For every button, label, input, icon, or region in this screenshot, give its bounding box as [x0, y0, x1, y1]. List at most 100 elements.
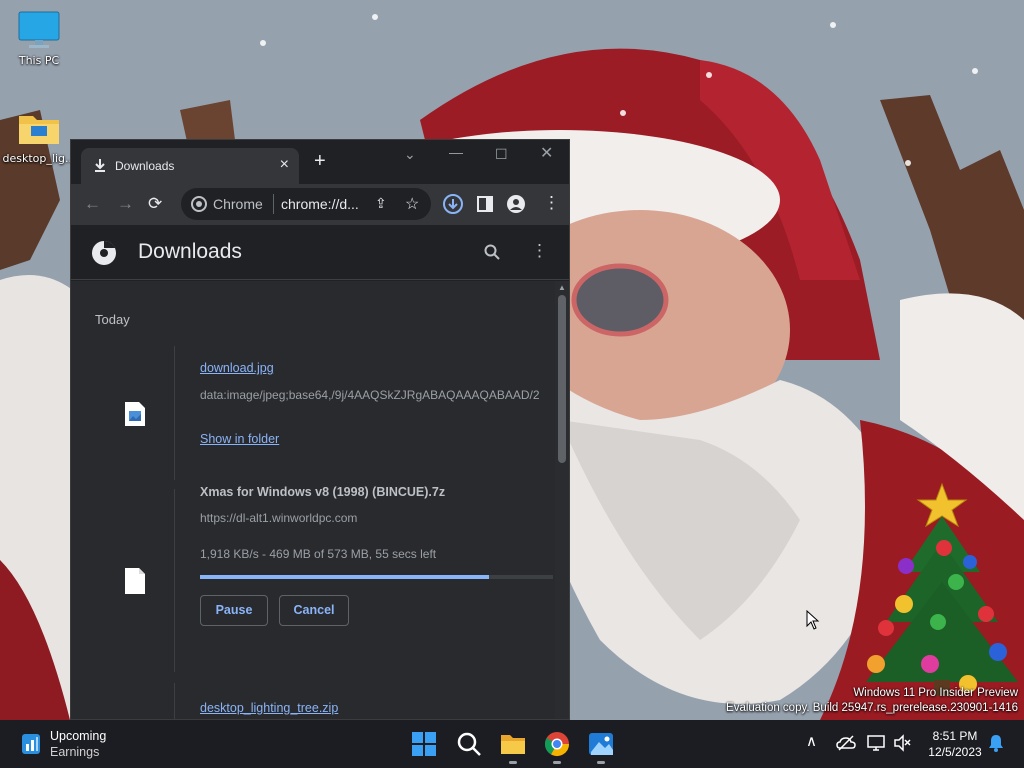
show-hidden-icons-chevron-icon[interactable]: ∧: [806, 732, 817, 750]
onedrive-offline-icon[interactable]: [836, 734, 856, 752]
downloads-toolbar-icon[interactable]: [443, 194, 463, 214]
download-item-body: download.jpg data:image/jpeg;base64,/9j/…: [200, 346, 553, 480]
start-button[interactable]: [410, 730, 438, 758]
search-icon: [457, 732, 481, 756]
snowflake: [972, 68, 978, 74]
notification-bell-icon[interactable]: [988, 734, 1004, 752]
desktop-icon-folder[interactable]: desktop_lig...: [1, 110, 77, 165]
browser-menu-icon[interactable]: ⋮: [543, 193, 560, 213]
watermark-line-2: Evaluation copy. Build 25947.rs_prerelea…: [726, 702, 1018, 714]
snowflake: [260, 40, 266, 46]
search-button[interactable]: [455, 730, 483, 758]
running-indicator: [509, 761, 517, 764]
widget-title: Upcoming: [50, 729, 107, 743]
show-in-folder-link[interactable]: Show in folder: [200, 432, 279, 446]
snowflake: [706, 72, 712, 78]
system-clock[interactable]: 8:51 PM 12/5/2023: [920, 728, 990, 760]
desktop-icon-label: This PC: [18, 54, 60, 67]
download-filename: Xmas for Windows v8 (1998) (BINCUE).7z: [200, 485, 446, 499]
file-explorer-button[interactable]: [499, 730, 527, 764]
tab-close-icon[interactable]: ×: [280, 156, 289, 174]
desktop-icon-label: desktop_lig...: [2, 152, 76, 165]
share-icon[interactable]: ⇪: [375, 195, 387, 212]
tab-search-chevron-icon[interactable]: ⌄: [404, 146, 416, 163]
clock-time: 8:51 PM: [932, 729, 978, 743]
download-icon-column: [95, 346, 175, 480]
reload-button[interactable]: ⟳: [148, 194, 162, 214]
volume-muted-icon[interactable]: [893, 734, 911, 752]
side-panel-icon[interactable]: [477, 196, 493, 212]
desktop-icon-this-pc[interactable]: This PC: [1, 10, 77, 67]
download-item: Xmas for Windows v8 (1998) (BINCUE).7z h…: [95, 485, 553, 672]
file-explorer-icon: [501, 735, 525, 754]
mouse-cursor-icon: [806, 610, 820, 630]
downloads-list: Today download.jpg data:image/jpeg;base6…: [71, 281, 569, 719]
address-bar[interactable]: Chrome chrome://d... ⇪ ☆: [181, 188, 431, 220]
chrome-icon: [544, 732, 569, 757]
download-progress-fill: [200, 575, 490, 579]
browser-toolbar: ← → ⟳ Chrome chrome://d... ⇪ ☆ ⋮: [71, 184, 569, 225]
tab-downloads[interactable]: Downloads ×: [81, 148, 299, 184]
omnibox-url: chrome://d...: [281, 196, 359, 212]
omnibox-divider: [273, 194, 274, 214]
chrome-logo-icon: [191, 196, 207, 212]
maximize-button[interactable]: ☐: [495, 146, 508, 163]
page-title: Downloads: [138, 240, 242, 263]
christmas-tree-gadget[interactable]: [850, 482, 1020, 702]
network-icon[interactable]: [866, 734, 888, 752]
snowflake: [830, 22, 836, 28]
clock-date: 12/5/2023: [928, 745, 982, 759]
download-icon: [95, 159, 105, 172]
cancel-button[interactable]: Cancel: [279, 595, 349, 626]
photos-button[interactable]: [587, 730, 615, 764]
download-filename-link[interactable]: desktop_lighting_tree.zip: [200, 701, 338, 715]
minimize-button[interactable]: —: [449, 144, 463, 160]
downloads-page-header: Downloads ⋮: [71, 225, 569, 280]
close-window-button[interactable]: ✕: [540, 143, 553, 163]
watermark-line-1: Windows 11 Pro Insider Preview: [853, 687, 1018, 699]
scrollbar[interactable]: ▲: [555, 281, 569, 719]
download-progress-bar: [200, 575, 553, 579]
stock-chart-icon: [22, 734, 40, 754]
start-icon: [412, 732, 436, 756]
tab-title: Downloads: [115, 159, 175, 173]
chrome-window: Downloads × + ⌄ — ☐ ✕ ← → ⟳ Chrome chrom…: [70, 139, 570, 720]
snowflake: [372, 14, 378, 20]
more-actions-icon[interactable]: ⋮: [531, 241, 548, 261]
back-button[interactable]: ←: [84, 194, 101, 214]
windows-watermark: Windows 11 Pro Insider Preview Evaluatio…: [726, 686, 1018, 716]
download-filename-link[interactable]: download.jpg: [200, 361, 274, 375]
download-icon-column: [95, 683, 175, 719]
download-item: download.jpg data:image/jpeg;base64,/9j/…: [95, 346, 553, 480]
chrome-taskbar-button[interactable]: [543, 730, 571, 764]
search-icon[interactable]: [484, 244, 500, 260]
download-item-body: desktop_lighting_tree.zip: [200, 683, 553, 719]
file-icon: [125, 568, 145, 594]
widget-subtitle: Earnings: [50, 745, 100, 759]
taskbar: Upcoming Earnings ∧ 8:51 PM 12/5/2023: [0, 720, 1024, 768]
running-indicator: [597, 761, 605, 764]
download-source-url: data:image/jpeg;base64,/9j/4AAQSkZJRgABA…: [200, 388, 540, 402]
bookmark-star-icon[interactable]: ☆: [405, 194, 419, 214]
download-status: 1,918 KB/s - 469 MB of 573 MB, 55 secs l…: [200, 547, 437, 561]
monitor-icon: [18, 11, 60, 48]
profile-avatar-icon[interactable]: [507, 195, 525, 213]
scrollbar-thumb[interactable]: [558, 295, 566, 463]
image-file-icon: [125, 402, 145, 426]
download-source-url: https://dl-alt1.winworldpc.com: [200, 511, 358, 525]
download-item: desktop_lighting_tree.zip: [95, 683, 553, 719]
new-tab-button[interactable]: +: [314, 151, 326, 171]
forward-button[interactable]: →: [117, 194, 134, 214]
omnibox-site-chip: Chrome: [213, 196, 263, 212]
download-icon-column: [95, 489, 175, 672]
scroll-up-arrow-icon[interactable]: ▲: [558, 283, 566, 292]
chrome-logo-icon: [92, 240, 116, 265]
running-indicator: [553, 761, 561, 764]
tab-strip: Downloads × + ⌄ — ☐ ✕: [71, 140, 569, 184]
date-heading: Today: [95, 312, 130, 327]
download-item-body: Xmas for Windows v8 (1998) (BINCUE).7z h…: [200, 485, 553, 672]
pause-button[interactable]: Pause: [200, 595, 268, 626]
snowflake: [905, 160, 911, 166]
snowflake: [620, 110, 626, 116]
photos-icon: [589, 733, 613, 755]
